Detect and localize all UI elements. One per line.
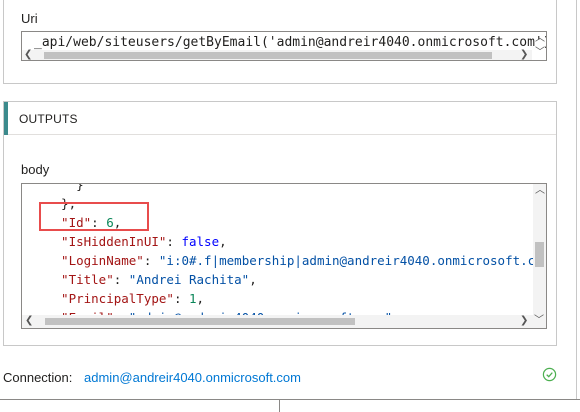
connection-row: Connection: admin@andreir4040.onmicrosof… (3, 370, 301, 385)
json-hscroll-thumb[interactable] (45, 318, 355, 325)
json-horizontal-scrollbar[interactable]: ❮ ❯ (22, 315, 534, 328)
json-code-line: "PrincipalType": 1, (46, 289, 535, 308)
json-vscroll-thumb[interactable] (535, 242, 544, 267)
scroll-corner: ﹀ (533, 315, 546, 328)
json-token: false (181, 234, 220, 249)
json-token: , (219, 234, 227, 249)
scroll-left-arrow-icon[interactable]: ❮ (25, 316, 33, 326)
uri-label: Uri (21, 11, 38, 26)
json-token: "IsHiddenInUI" (46, 234, 167, 249)
json-token: : (113, 272, 129, 287)
json-token: : (166, 234, 182, 249)
json-token: , (249, 272, 257, 287)
json-token: "PrincipalType" (46, 291, 174, 306)
check-circle-icon (542, 367, 557, 382)
json-code-line: "IsHiddenInUI": false, (46, 232, 535, 251)
uri-card: Uri _api/web/siteusers/getByEmail('admin… (3, 0, 557, 84)
bottom-divider (0, 399, 580, 400)
uri-value: _api/web/siteusers/getByEmail('admin@and… (34, 35, 547, 50)
json-token: , (196, 291, 205, 306)
id-highlight-annotation (39, 202, 149, 231)
uri-scroll-thumb[interactable] (44, 52, 492, 59)
uri-horizontal-scrollbar[interactable]: ❮ ❯ (22, 50, 532, 60)
json-token: : (143, 253, 159, 268)
json-token: "LoginName" (46, 253, 144, 268)
json-vertical-scrollbar[interactable]: ︿ (533, 184, 546, 316)
outputs-accent-bar (4, 102, 8, 135)
scroll-up-arrow-icon[interactable]: ︿ (535, 186, 545, 196)
connection-value[interactable]: admin@andreir4040.onmicrosoft.com (84, 370, 301, 385)
scroll-up-arrow-icon[interactable]: ︿ (535, 34, 545, 44)
uri-field[interactable]: _api/web/siteusers/getByEmail('admin@and… (21, 31, 547, 61)
json-code-line: "Title": "Andrei Rachita", (46, 270, 535, 289)
bottom-vertical-divider (279, 399, 280, 412)
outputs-title: OUTPUTS (19, 112, 78, 126)
json-token: "i:0#.f|membership|admin@andreir4040.onm… (158, 253, 536, 268)
json-token: } (46, 183, 84, 192)
json-token: 1 (189, 291, 197, 306)
panel-right-border (576, 0, 577, 400)
connection-label: Connection: (3, 370, 73, 385)
scroll-left-arrow-icon[interactable]: ❮ (24, 50, 32, 60)
json-code-line: } (46, 183, 535, 194)
json-code-line: "LoginName": "i:0#.f|membership|admin@an… (46, 251, 535, 270)
scroll-right-arrow-icon[interactable]: ❯ (520, 316, 528, 326)
scroll-down-arrow-icon[interactable]: ﹀ (535, 48, 545, 58)
body-label: body (21, 162, 50, 177)
scroll-down-arrow-icon[interactable]: ﹀ (534, 316, 544, 326)
outputs-header[interactable]: OUTPUTS (4, 102, 556, 135)
json-token: "Andrei Rachita" (128, 272, 250, 287)
json-token: "Title" (46, 272, 114, 287)
scroll-right-arrow-icon[interactable]: ❯ (520, 50, 528, 60)
json-token: : (173, 291, 189, 306)
